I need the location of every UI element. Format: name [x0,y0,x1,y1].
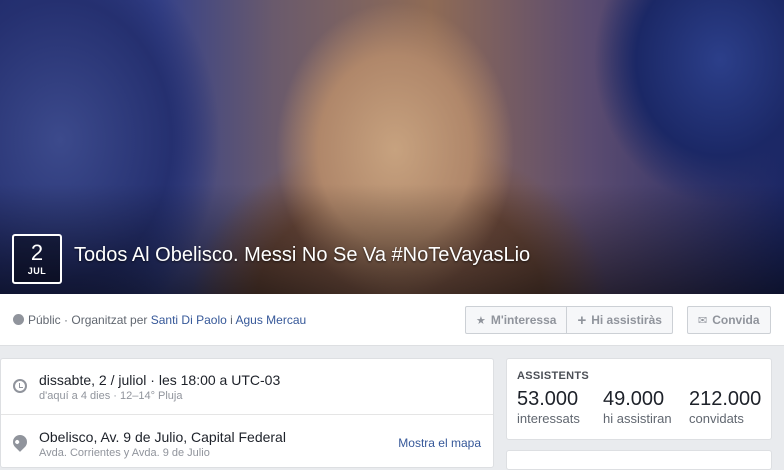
going-button[interactable]: + Hi assistiràs [566,307,671,333]
event-weather: d'aquí a 4 dies · 12–14° Pluja [39,390,183,402]
clock-icon [13,379,27,393]
interested-button-label: M'interessa [490,313,557,327]
organizer-conjunction: i [230,313,233,327]
stat-interested[interactable]: 53.000 interessats [517,387,580,427]
event-datetime: dissabte, 2 / juliol · les 18:00 a UTC-0… [39,372,281,388]
interested-button[interactable]: ★ M'interessa [466,307,566,333]
event-date-badge: 2 JUL [12,234,62,284]
privacy-label: Públic [28,313,61,327]
event-date-month: JUL [27,266,47,276]
attendees-card: ASSISTENTS 53.000 interessats 49.000 hi … [506,358,772,440]
stat-value: 49.000 [603,388,665,410]
cover-photo[interactable]: 2 JUL Todos Al Obelisco. Messi No Se Va … [0,0,784,294]
organized-by-label: · Organitzat per [64,313,148,327]
event-details-card: dissabte, 2 / juliol · les 18:00 a UTC-0… [0,358,494,468]
event-address: Avda. Corrientes y Avda. 9 de Julio [39,447,210,459]
stat-label: convidats [689,411,744,426]
globe-icon [13,314,24,325]
going-button-label: Hi assistiràs [591,313,662,327]
stat-value: 212.000 [689,388,762,410]
stat-going[interactable]: 49.000 hi assistiran [603,387,672,427]
event-location[interactable]: Obelisco, Av. 9 de Julio, Capital Federa… [39,429,286,445]
invite-button[interactable]: ✉ Convida [687,306,771,334]
cover-gradient [0,184,784,294]
show-map-link[interactable]: Mostra el mapa [398,436,481,450]
event-location-row: Obelisco, Av. 9 de Julio, Capital Federa… [1,415,493,469]
event-meta-bar: Públic · Organitzat per Santi Di Paolo i… [0,294,784,346]
stat-invited[interactable]: 212.000 convidats [689,387,761,427]
star-icon: ★ [476,314,486,327]
map-pin-icon [10,432,30,452]
next-card [506,450,772,470]
envelope-icon: ✉ [698,314,708,327]
event-datetime-row: dissabte, 2 / juliol · les 18:00 a UTC-0… [1,359,493,415]
invite-button-label: Convida [712,313,760,327]
organizer-link-1[interactable]: Santi Di Paolo [151,313,227,327]
attendees-heading: ASSISTENTS [517,370,590,382]
event-title: Todos Al Obelisco. Messi No Se Va #NoTeV… [74,244,531,266]
organizer-link-2[interactable]: Agus Mercau [235,313,306,327]
plus-icon: + [577,311,587,329]
stat-label: hi assistiran [603,411,672,426]
stat-label: interessats [517,411,580,426]
event-date-day: 2 [30,240,44,265]
stat-value: 53.000 [517,388,579,410]
event-meta-info: Públic · Organitzat per Santi Di Paolo i… [13,313,306,327]
rsvp-button-group: ★ M'interessa + Hi assistiràs [465,306,673,334]
